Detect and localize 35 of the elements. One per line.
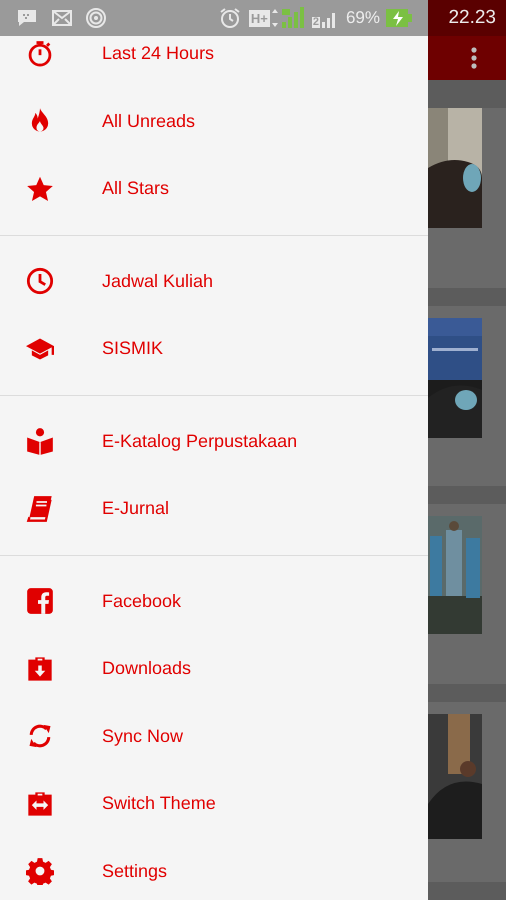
settings-icon xyxy=(26,857,54,886)
clock-icon xyxy=(26,267,54,296)
article-card[interactable] xyxy=(428,108,506,288)
star-icon xyxy=(26,174,54,203)
stopwatch-icon xyxy=(26,40,54,68)
mail-icon xyxy=(52,10,72,26)
menu-item[interactable]: E-Katalog Perpustakaan xyxy=(0,408,428,475)
hotspot-icon xyxy=(86,8,106,28)
chat-icon xyxy=(16,8,38,28)
sim-number: 2 xyxy=(312,17,320,28)
book-icon xyxy=(26,494,54,523)
reading-book-icon xyxy=(26,427,54,456)
swap-box-icon xyxy=(26,790,54,818)
menu-item[interactable]: SISMIK xyxy=(0,315,428,382)
download-box-icon xyxy=(26,654,54,683)
menu-item[interactable]: Switch Theme xyxy=(0,770,428,838)
facebook-icon xyxy=(26,587,54,616)
article-card[interactable] xyxy=(428,306,506,486)
battery-percentage: 69% xyxy=(346,7,380,30)
more-options-icon[interactable] xyxy=(470,46,478,70)
menu-item[interactable]: Settings xyxy=(0,838,428,900)
menu-item[interactable]: All Stars xyxy=(0,155,428,222)
signal-icon xyxy=(272,7,306,29)
menu-item[interactable]: E-Jurnal xyxy=(0,475,428,542)
menu-item[interactable]: All Unreads xyxy=(0,88,428,155)
menu-item[interactable]: Downloads xyxy=(0,635,428,702)
menu-item[interactable]: Jadwal Kuliah xyxy=(0,248,428,315)
menu-item[interactable]: Last 24 Hours xyxy=(0,36,428,88)
article-card[interactable] xyxy=(428,504,506,684)
menu-item[interactable]: Facebook xyxy=(0,568,428,635)
clock-time: 22.23 xyxy=(448,6,496,30)
menu-item[interactable]: Sync Now xyxy=(0,702,428,770)
article-card[interactable] xyxy=(428,702,506,882)
battery-charging-icon xyxy=(386,8,412,28)
alarm-icon xyxy=(218,7,241,29)
